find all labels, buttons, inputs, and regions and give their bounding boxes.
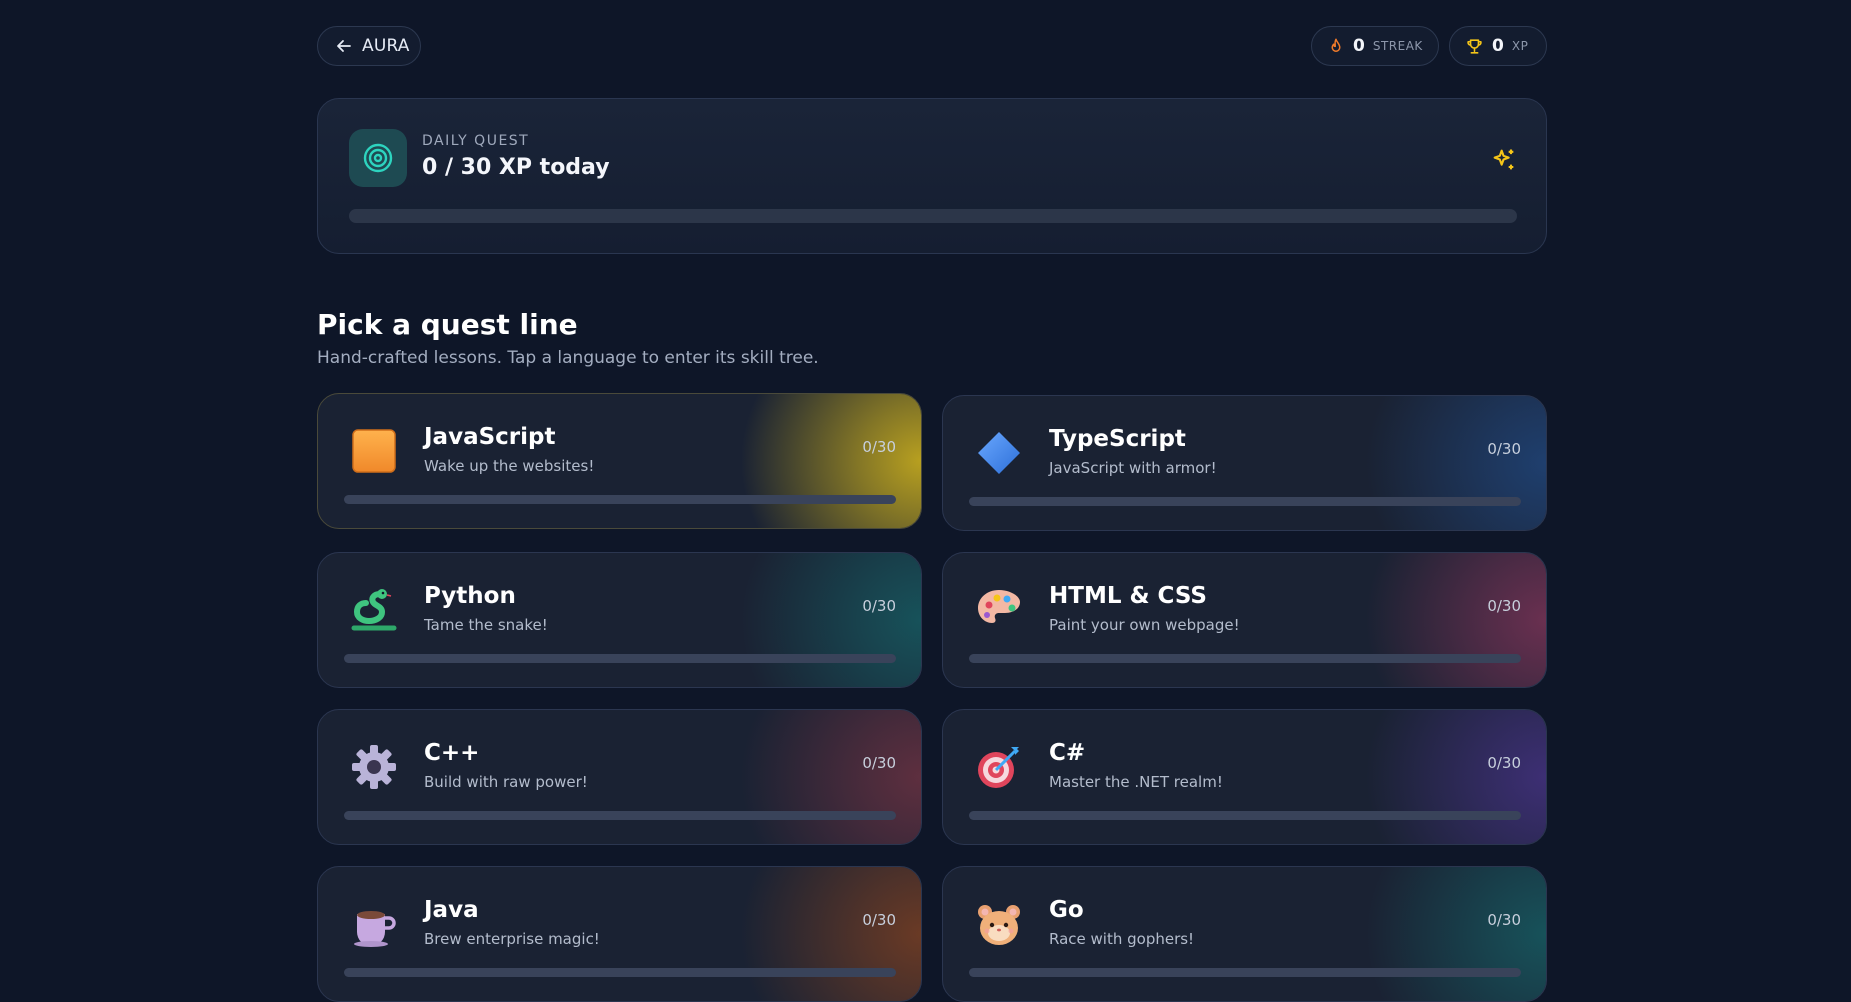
coffee-cup-icon — [350, 900, 398, 948]
top-bar: AURA 0 STREAK 0 XP — [317, 26, 1547, 68]
streak-label: STREAK — [1372, 39, 1423, 53]
xp-value: 0 — [1492, 36, 1504, 56]
language-progress — [969, 811, 1521, 820]
orange-square-icon — [350, 427, 398, 475]
language-progress — [344, 654, 896, 663]
lesson-count: 0/30 — [1487, 754, 1521, 772]
language-tagline: Build with raw power! — [424, 773, 588, 791]
language-progress — [344, 811, 896, 820]
lesson-count: 0/30 — [862, 438, 896, 456]
sparkles-icon — [1490, 146, 1518, 178]
language-tagline: Wake up the websites! — [424, 457, 595, 475]
section-subtitle: Hand-crafted lessons. Tap a language to … — [317, 348, 819, 368]
arrow-left-icon — [336, 38, 352, 54]
language-progress — [969, 497, 1521, 506]
language-card-javascript[interactable]: JavaScript Wake up the websites! 0/30 — [317, 393, 922, 529]
lesson-count: 0/30 — [862, 911, 896, 929]
language-name: HTML & CSS — [1049, 583, 1207, 609]
snake-icon — [350, 586, 398, 634]
language-progress — [969, 968, 1521, 977]
daily-quest-title: 0 / 30 XP today — [422, 155, 610, 180]
language-name: JavaScript — [424, 424, 556, 450]
language-card-csharp[interactable]: C# Master the .NET realm! 0/30 — [942, 709, 1547, 845]
language-name: Java — [424, 897, 479, 923]
language-card-java[interactable]: Java Brew enterprise magic! 0/30 — [317, 866, 922, 1002]
card-glow — [1306, 396, 1546, 530]
language-tagline: Master the .NET realm! — [1049, 773, 1223, 791]
language-tagline: Paint your own webpage! — [1049, 616, 1240, 634]
language-name: C# — [1049, 740, 1086, 766]
language-tagline: Brew enterprise magic! — [424, 930, 600, 948]
lesson-count: 0/30 — [862, 597, 896, 615]
language-name: Go — [1049, 897, 1084, 923]
card-glow — [1306, 867, 1546, 1001]
lesson-count: 0/30 — [1487, 597, 1521, 615]
language-card-go[interactable]: Go Race with gophers! 0/30 — [942, 866, 1547, 1002]
card-glow — [1306, 553, 1546, 687]
language-name: C++ — [424, 740, 480, 766]
hamster-icon — [975, 900, 1023, 948]
language-card-cpp[interactable]: C++ Build with raw power! 0/30 — [317, 709, 922, 845]
palette-icon — [975, 586, 1023, 634]
streak-value: 0 — [1353, 36, 1365, 56]
language-progress — [344, 968, 896, 977]
daily-quest-card: DAILY QUEST 0 / 30 XP today — [317, 98, 1547, 254]
language-card-html-css[interactable]: HTML & CSS Paint your own webpage! 0/30 — [942, 552, 1547, 688]
section-title: Pick a quest line — [317, 308, 578, 341]
lesson-count: 0/30 — [862, 754, 896, 772]
card-glow — [681, 394, 921, 528]
language-tagline: JavaScript with armor! — [1049, 459, 1217, 477]
language-name: Python — [424, 583, 516, 609]
flame-icon — [1327, 37, 1345, 55]
lesson-count: 0/30 — [1487, 911, 1521, 929]
language-progress — [344, 495, 896, 504]
card-glow — [681, 867, 921, 1001]
gear-icon — [350, 743, 398, 791]
daily-quest-label: DAILY QUEST — [422, 133, 530, 149]
target-icon — [975, 743, 1023, 791]
back-button-label: AURA — [362, 36, 410, 56]
language-card-python[interactable]: Python Tame the snake! 0/30 — [317, 552, 922, 688]
language-progress — [969, 654, 1521, 663]
blue-diamond-icon — [975, 429, 1023, 477]
streak-badge: 0 STREAK — [1311, 26, 1439, 66]
daily-quest-progress — [349, 209, 1517, 223]
language-name: TypeScript — [1049, 426, 1186, 452]
back-button[interactable]: AURA — [317, 26, 421, 66]
card-glow — [681, 553, 921, 687]
language-tagline: Race with gophers! — [1049, 930, 1195, 948]
xp-label: XP — [1511, 39, 1529, 53]
target-rings-icon — [349, 129, 407, 187]
card-glow — [1306, 710, 1546, 844]
language-tagline: Tame the snake! — [424, 616, 548, 634]
card-glow — [681, 710, 921, 844]
language-card-typescript[interactable]: TypeScript JavaScript with armor! 0/30 — [942, 395, 1547, 531]
trophy-icon — [1465, 37, 1484, 56]
xp-badge: 0 XP — [1449, 26, 1547, 66]
lesson-count: 0/30 — [1487, 440, 1521, 458]
